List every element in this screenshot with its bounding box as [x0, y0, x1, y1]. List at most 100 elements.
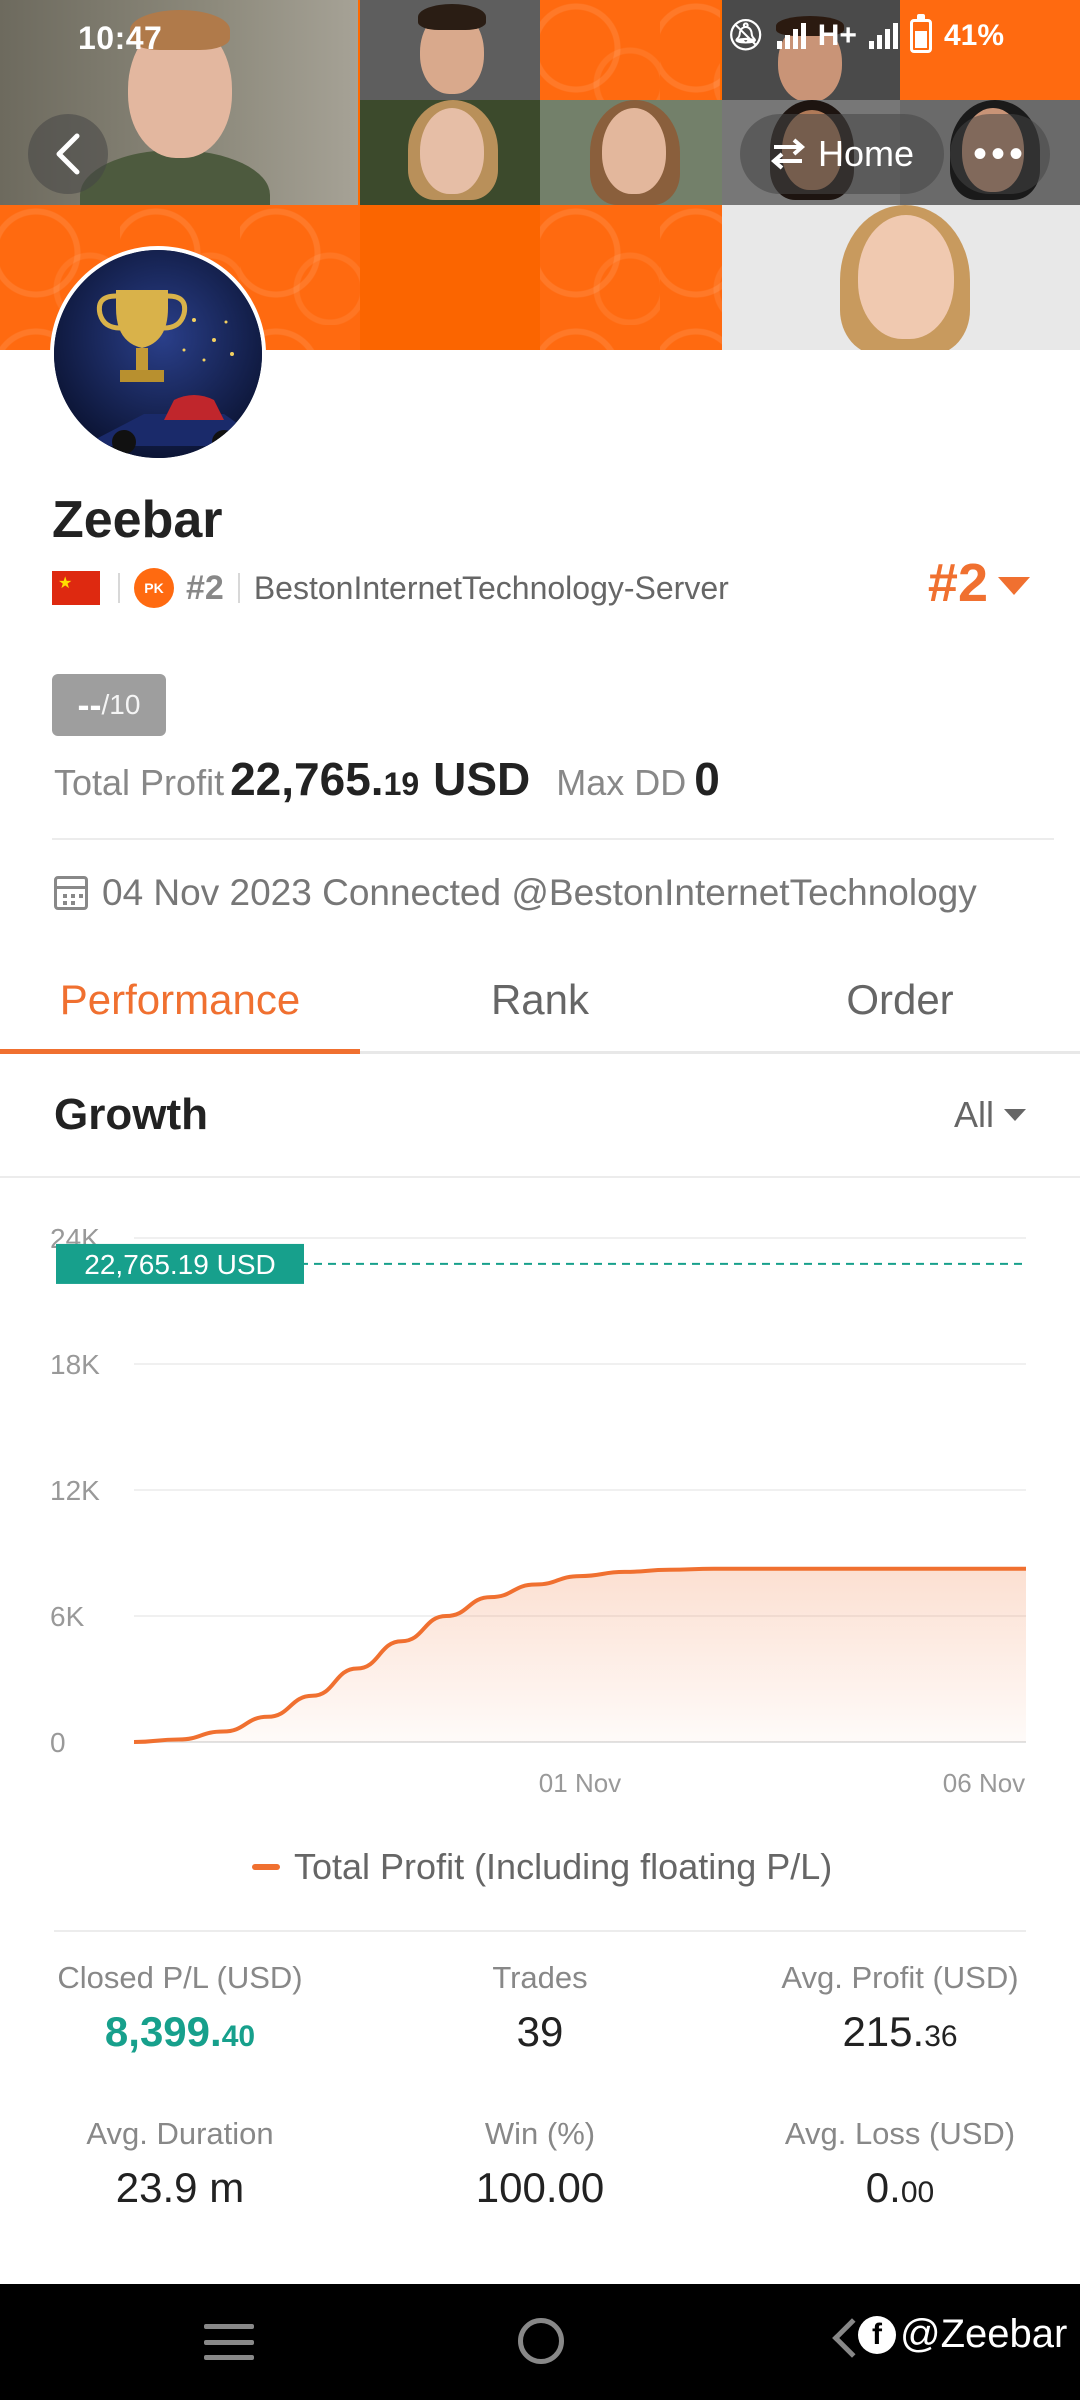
stat-value-int: 100.00: [475, 2164, 605, 2211]
stat-value-dec: 40: [221, 2020, 256, 2053]
stat-value-dec: 36: [924, 2020, 958, 2053]
calendar-icon: [54, 876, 88, 910]
divider: [237, 573, 240, 603]
stat-value: 8,399.40: [10, 2008, 350, 2056]
total-profit-label: Total Profit: [54, 762, 225, 803]
period-filter[interactable]: All: [954, 1094, 1026, 1136]
caret-down-icon: [1004, 1109, 1026, 1121]
stat-value-int: 0.: [865, 2164, 901, 2211]
stat-item: Avg. Loss (USD) 0.00: [730, 2116, 1070, 2212]
watermark: f @Zeebar: [858, 2312, 1067, 2357]
y-tick-label: 18K: [50, 1349, 100, 1380]
x-tick-label: 06 Nov: [943, 1768, 1025, 1798]
banner-photo: [360, 100, 540, 205]
battery-level: 41%: [943, 18, 1004, 52]
stat-label: Avg. Duration: [86, 2116, 274, 2151]
watermark-text: @Zeebar: [900, 2312, 1068, 2356]
growth-chart: 24K18K12K6K001 Nov 06 Nov22,765.19 USD: [50, 1223, 1026, 1798]
score-total: /10: [101, 689, 141, 720]
period-filter-label: All: [953, 1094, 994, 1135]
y-tick-label: 6K: [50, 1601, 85, 1632]
growth-header: Growth All: [0, 1056, 1080, 1178]
divider: [52, 838, 1054, 840]
status-time: 10:47: [78, 20, 163, 56]
x-tick-label: 01 Nov: [539, 1768, 621, 1798]
status-icons: 🔕︎ H+ 41%: [726, 13, 1004, 53]
chart-legend: Total Profit (Including floating P/L): [252, 1846, 832, 1888]
profit-summary: Total Profit 22,765. 19 USD Max DD 0: [54, 752, 720, 806]
legend-swatch: [252, 1864, 280, 1870]
more-options-button[interactable]: •••: [950, 114, 1050, 194]
stat-value-int: 39: [516, 2008, 564, 2055]
stat-item: Win (%) 100.00: [370, 2116, 710, 2212]
stat-label: Closed P/L (USD): [57, 1960, 303, 1995]
avatar[interactable]: [50, 246, 266, 462]
total-profit-int: 22,765.: [230, 753, 384, 805]
switch-arrows-icon: [770, 138, 806, 170]
trader-meta: PK #2 BestonInternetTechnology-Server: [52, 568, 729, 608]
home-button[interactable]: Home: [740, 114, 944, 194]
total-profit-currency: USD: [433, 753, 531, 805]
tab-order[interactable]: Order: [720, 960, 1080, 1051]
trophy-avatar-image: [54, 250, 262, 458]
more-dots-icon: •••: [972, 131, 1027, 176]
rank-selector[interactable]: #2: [928, 552, 1030, 614]
divider: [118, 573, 120, 603]
home-nav-button[interactable]: [518, 2318, 564, 2364]
facebook-icon: f: [858, 2315, 896, 2354]
stat-label: Avg. Loss (USD): [784, 2116, 1016, 2151]
banner-photo: [540, 100, 722, 205]
stat-value: 23.9 m: [10, 2164, 350, 2212]
stat-value: 39: [370, 2008, 710, 2056]
legend-label: Total Profit (Including floating P/L): [294, 1846, 833, 1887]
pk-rank: #2: [186, 568, 224, 607]
tab-performance[interactable]: Performance: [0, 960, 360, 1054]
current-value-label: 22,765.19 USD: [84, 1249, 275, 1280]
max-dd-value: 0: [694, 753, 720, 805]
score-badge: -- /10: [52, 674, 166, 736]
score-value: --: [77, 684, 102, 725]
signal-icon: [868, 22, 898, 49]
mute-icon: 🔕︎: [726, 19, 765, 52]
tab-bar: Performance Rank Order: [0, 960, 1080, 1054]
battery-icon: [909, 13, 932, 53]
stat-value-int: 215.: [842, 2008, 925, 2055]
banner-photo: [722, 205, 1080, 350]
stat-item: Avg. Profit (USD) 215.36: [730, 1960, 1070, 2056]
stat-label: Avg. Profit (USD): [781, 1960, 1019, 1995]
status-bar: 10:47 🔕︎ H+ 41%: [0, 0, 1080, 78]
trader-name: Zeebar: [52, 491, 223, 549]
banner-pattern-tile: [540, 205, 722, 350]
back-button[interactable]: [28, 114, 108, 194]
connected-text: 04 Nov 2023 Connected @BestonInternetTec…: [102, 872, 977, 913]
system-nav-bar: f @Zeebar: [0, 2284, 1080, 2400]
stat-value-int: 23.9 m: [115, 2164, 245, 2211]
stat-value: 100.00: [370, 2164, 710, 2212]
connected-info: 04 Nov 2023 Connected @BestonInternetTec…: [54, 872, 977, 914]
china-flag-icon: [52, 571, 100, 605]
stat-label: Trades: [492, 1960, 588, 1995]
banner-pattern-tile: [360, 205, 540, 350]
stat-item: Closed P/L (USD) 8,399.40: [10, 1960, 350, 2056]
stat-item: Avg. Duration 23.9 m: [10, 2116, 350, 2212]
recent-apps-button[interactable]: [204, 2324, 254, 2360]
network-type: H+: [817, 18, 857, 52]
total-profit-dec: 19: [383, 766, 420, 802]
caret-down-icon: [998, 577, 1030, 595]
signal-icon: [776, 22, 806, 49]
rank-value: #2: [927, 553, 988, 613]
tab-rank[interactable]: Rank: [360, 960, 720, 1051]
stat-value: 215.36: [730, 2008, 1070, 2056]
stat-item: Trades 39: [370, 1960, 710, 2056]
growth-title: Growth: [54, 1090, 208, 1139]
max-dd-label: Max DD: [556, 762, 687, 803]
stat-value-int: 8,399.: [104, 2008, 222, 2055]
y-tick-label: 0: [50, 1727, 66, 1758]
stat-value: 0.00: [730, 2164, 1070, 2212]
stat-label: Win (%): [484, 2116, 596, 2151]
chevron-left-icon: [56, 133, 80, 175]
server-name: BestonInternetTechnology-Server: [253, 569, 729, 606]
pk-flame-icon: PK: [134, 568, 174, 608]
home-button-label: Home: [817, 133, 915, 174]
y-tick-label: 12K: [50, 1475, 100, 1506]
